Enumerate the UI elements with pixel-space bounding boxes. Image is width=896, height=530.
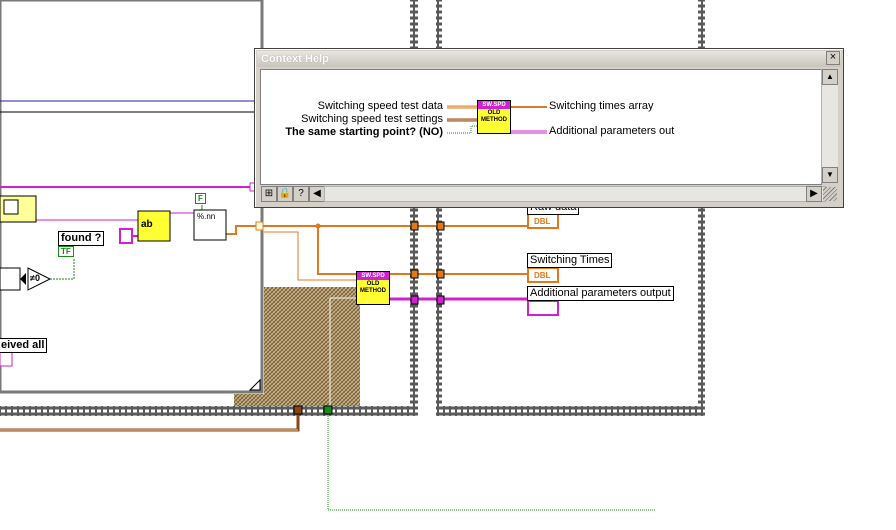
concat-label: ab xyxy=(141,219,153,230)
additional-params-terminal[interactable] xyxy=(527,300,559,316)
help-icon: ? xyxy=(298,188,304,199)
hatched-strip xyxy=(234,394,264,406)
scroll-left-button[interactable]: ◀ xyxy=(309,186,325,202)
tunnel-green xyxy=(323,405,333,415)
help-content: SW.SPD OLD METHOD Switching speed test d… xyxy=(260,69,822,185)
zero-compare-label: ≠0 xyxy=(30,273,40,283)
raw-data-type: DBL xyxy=(532,217,553,226)
arrow-node-icon xyxy=(20,273,26,285)
tunnel-orange-4 xyxy=(436,269,445,279)
tunnel-inner xyxy=(255,221,264,231)
scroll-right-button[interactable]: ▶ xyxy=(806,186,822,202)
inner-structure-border xyxy=(0,0,264,394)
scroll-down-button[interactable]: ▼ xyxy=(822,167,838,183)
resize-corner[interactable] xyxy=(248,378,261,391)
scroll-up-button[interactable]: ▲ xyxy=(822,69,838,85)
help-bottom-toolbar: ⊞ 🔒 ? ◀ ▶ xyxy=(260,185,837,202)
switching-times-label: Switching Times xyxy=(527,253,613,268)
found-label: found ? xyxy=(58,231,105,246)
right-arrow-icon: ▶ xyxy=(810,188,818,199)
output-additional-parameters-out: Additional parameters out xyxy=(549,125,675,137)
lock-button[interactable]: 🔒 xyxy=(277,186,293,202)
detailed-help-button[interactable]: ? xyxy=(293,186,309,202)
switching-speed-old-method-vi[interactable]: SW.SPD OLD METHOD xyxy=(356,271,390,305)
frame-left-film-bottom xyxy=(0,406,418,416)
context-help-window[interactable]: Context Help × SW.SPD OLD METHOD Switchi… xyxy=(254,48,844,208)
switching-times-type: DBL xyxy=(532,271,553,280)
bool-constant[interactable]: F xyxy=(195,193,206,204)
received-indicator-icon xyxy=(0,351,13,367)
input-same-starting-point: The same starting point? (NO) xyxy=(285,126,443,138)
additional-params-label: Additional parameters output xyxy=(527,286,674,301)
horizontal-scrollbar[interactable] xyxy=(324,186,826,202)
vi-icon-body: OLD METHOD xyxy=(360,281,386,294)
window-title: Context Help xyxy=(261,53,329,65)
hatched-region xyxy=(264,287,360,406)
up-arrow-icon: ▲ xyxy=(826,72,834,81)
frame-right-film-bottom xyxy=(436,406,705,416)
input-switching-speed-test-data: Switching speed test data xyxy=(317,100,443,112)
context-help-titlebar[interactable]: Context Help xyxy=(257,51,841,67)
vi-icon-band: SW.SPD xyxy=(357,272,389,280)
input-switching-speed-test-settings: Switching speed test settings xyxy=(301,113,443,125)
close-icon: × xyxy=(829,51,837,63)
resize-grip-icon[interactable] xyxy=(823,187,837,201)
left-arrow-icon: ◀ xyxy=(313,188,321,199)
show-detail-button[interactable]: ⊞ xyxy=(261,186,277,202)
pink-constant-icon xyxy=(119,228,133,244)
output-switching-times-array: Switching times array xyxy=(549,100,654,112)
found-indicator[interactable]: TF xyxy=(58,246,74,257)
vertical-scrollbar[interactable]: ▲ ▼ xyxy=(821,69,838,183)
down-arrow-icon: ▼ xyxy=(826,170,834,179)
format-label: %.nn xyxy=(197,212,216,221)
close-button[interactable]: × xyxy=(826,51,840,65)
tunnel-orange-2 xyxy=(436,221,445,231)
tunnel-orange-3 xyxy=(410,269,419,279)
tunnel-orange-1 xyxy=(410,221,419,231)
build-array-icon xyxy=(0,267,21,291)
tunnel-pink-1 xyxy=(410,295,419,305)
received-label: eived all xyxy=(0,338,48,353)
help-vi-icon: SW.SPD OLD METHOD xyxy=(477,100,511,134)
lock-icon: 🔒 xyxy=(278,188,292,199)
tunnel-brown xyxy=(293,405,303,415)
show-detail-icon: ⊞ xyxy=(264,188,274,199)
tunnel-pink-2 xyxy=(436,295,445,305)
